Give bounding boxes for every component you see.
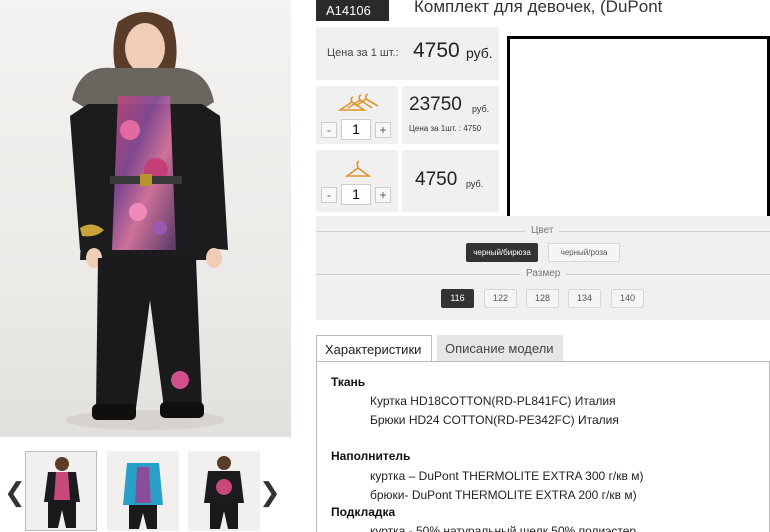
size-option-134[interactable]: 134 — [568, 289, 601, 308]
thumb-back-view-icon — [204, 456, 244, 529]
tab-characteristics[interactable]: Характеристики — [316, 335, 432, 362]
thumb-black-suit-icon — [44, 457, 80, 528]
set-quantity-box: - 1 + — [316, 86, 398, 144]
set-minus-button[interactable]: - — [321, 121, 337, 138]
thumbnail-3[interactable] — [188, 451, 260, 531]
set-total-price: 23750 — [409, 94, 462, 115]
fabric-heading: Ткань — [331, 375, 366, 389]
sku-badge: A14106 — [316, 0, 389, 21]
next-arrow-icon[interactable]: ❯ — [259, 479, 281, 505]
single-total-currency: руб. — [466, 179, 484, 189]
single-quantity-input[interactable]: 1 — [341, 184, 371, 205]
filler-line-pants: брюки- DuPont THERMOLITE EXTRA 200 г/кв … — [370, 488, 637, 502]
single-plus-button[interactable]: + — [375, 186, 391, 203]
color-label: Цвет — [525, 225, 560, 236]
single-price-box: 4750 руб. — [402, 150, 499, 212]
hanger-icon — [345, 160, 371, 177]
thumbnail-2[interactable] — [107, 451, 179, 531]
size-option-128[interactable]: 128 — [526, 289, 559, 308]
set-unit-note: Цена за 1шт. : 4750 — [409, 124, 482, 133]
girl-snowsuit-illustration — [65, 12, 228, 430]
set-quantity-input[interactable]: 1 — [341, 119, 371, 140]
unit-price-label: Цена за 1 шт.: — [327, 47, 399, 59]
media-frame — [507, 36, 770, 226]
thumbnail-strip: ❮ ❯ — [0, 437, 291, 532]
lining-line-jacket: куртка - 50% натуральный шелк 50% полиэс… — [370, 524, 637, 532]
unit-price-panel: Цена за 1 шт.: 4750 руб. — [316, 27, 499, 80]
set-total-currency: руб. — [472, 104, 490, 114]
set-quantity-stepper: - 1 + — [321, 119, 391, 140]
filler-line-jacket: куртка – DuPont THERMOLITE EXTRA 300 г/к… — [370, 469, 644, 483]
size-option-116[interactable]: 116 — [441, 289, 474, 308]
single-quantity-box: - 1 + — [316, 150, 398, 212]
tab-description[interactable]: Описание модели — [437, 335, 563, 362]
color-option-black-turquoise[interactable]: черный/бирюза — [466, 243, 538, 262]
product-page: ❮ ❯ A14106 Комплект для девочек, (DuPont… — [0, 0, 770, 532]
unit-price-currency: руб. — [466, 45, 493, 61]
options-panel: Цвет черный/бирюза черный/роза Размер 11… — [316, 216, 770, 320]
unit-price-value: 4750 — [413, 39, 460, 62]
multi-hanger-icon — [337, 93, 379, 111]
color-option-black-pink[interactable]: черный/роза — [548, 243, 620, 262]
size-label: Размер — [520, 268, 567, 279]
set-plus-button[interactable]: + — [375, 121, 391, 138]
filler-heading: Наполнитель — [331, 449, 411, 463]
thumb-teal-jacket-icon — [123, 463, 163, 529]
set-price-box: 23750 руб. Цена за 1шт. : 4750 — [402, 86, 499, 144]
size-option-122[interactable]: 122 — [484, 289, 517, 308]
fabric-line-pants: Брюки HD24 COTTON(RD-PE342FC) Италия — [370, 413, 619, 427]
size-option-140[interactable]: 140 — [611, 289, 644, 308]
single-total-price: 4750 — [415, 169, 458, 190]
fabric-line-jacket: Куртка HD18COTTON(RD-PL841FC) Италия — [370, 394, 616, 408]
lining-heading: Подкладка — [331, 505, 396, 519]
single-quantity-stepper: - 1 + — [321, 184, 391, 205]
single-minus-button[interactable]: - — [321, 186, 337, 203]
product-main-photo[interactable] — [0, 0, 291, 437]
prev-arrow-icon[interactable]: ❮ — [4, 479, 26, 505]
product-title: Комплект для девочек, (DuPont — [414, 0, 663, 16]
thumbnail-1[interactable] — [25, 451, 97, 531]
